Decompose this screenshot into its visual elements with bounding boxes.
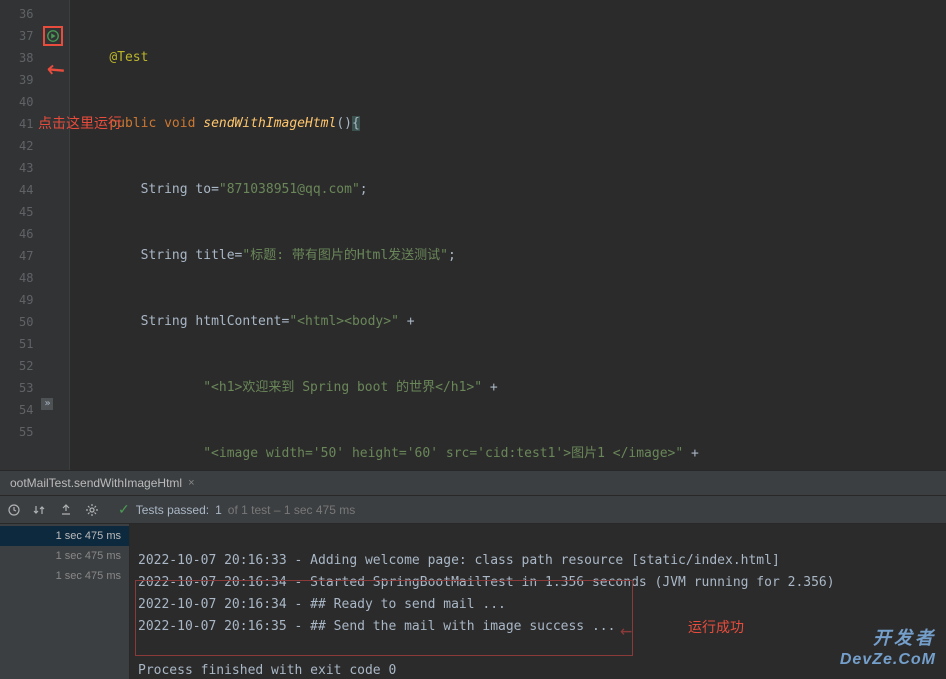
line-numbers: 36 37 38 39 40 41 42 43 44 45 46 47 48 4… — [0, 0, 39, 470]
line-number: 51 — [0, 333, 33, 355]
tab-label: ootMailTest.sendWithImageHtml — [10, 476, 182, 490]
type: String — [141, 182, 188, 197]
annotation-arrow-icon: ← — [620, 619, 632, 641]
tree-item[interactable]: 1 sec 475 ms — [0, 546, 121, 566]
string: "<html><body>" — [289, 314, 399, 329]
annotation-highlight-box — [135, 580, 633, 656]
console-line: 2022-10-07 20:16:35 - ## Send the mail w… — [138, 619, 615, 634]
line-number: 38 — [0, 47, 33, 69]
console-line: 2022-10-07 20:16:34 - ## Ready to send m… — [138, 597, 506, 612]
annotation-label: 点击这里运行 — [38, 113, 122, 133]
line-number: 41 — [0, 113, 33, 135]
line-number: 44 — [0, 179, 33, 201]
line-number: 50 — [0, 311, 33, 333]
annotation-label: 运行成功 — [688, 616, 744, 638]
run-tab[interactable]: ootMailTest.sendWithImageHtml × — [2, 472, 203, 494]
console-output[interactable]: 2022-10-07 20:16:33 - Adding welcome pag… — [130, 524, 946, 679]
line-number: 43 — [0, 157, 33, 179]
var: to= — [188, 182, 219, 197]
close-icon[interactable]: × — [188, 477, 194, 489]
var: title= — [188, 248, 243, 263]
line-number: 52 — [0, 355, 33, 377]
tests-passed-label: Tests passed: — [136, 503, 209, 517]
string: "<image width='50' height='60' src='cid:… — [203, 446, 683, 461]
line-number: 47 — [0, 245, 33, 267]
semi: ; — [360, 182, 368, 197]
keyword: void — [164, 116, 195, 131]
type: String — [141, 248, 188, 263]
test-toolbar: ✓ Tests passed: 1 of 1 test – 1 sec 475 … — [0, 496, 946, 524]
parens: () — [336, 116, 352, 131]
test-status: ✓ Tests passed: 1 of 1 test – 1 sec 475 … — [118, 501, 355, 518]
run-test-gutter-icon[interactable] — [43, 26, 63, 46]
line-number: 42 — [0, 135, 33, 157]
gutter-icon-column: » — [39, 0, 69, 470]
editor-gutter: 36 37 38 39 40 41 42 43 44 45 46 47 48 4… — [0, 0, 70, 470]
line-number: 45 — [0, 201, 33, 223]
type: String — [141, 314, 188, 329]
op: + — [399, 314, 415, 329]
test-tree[interactable]: 1 sec 475 ms 1 sec 475 ms 1 sec 475 ms — [0, 524, 130, 679]
string: "<h1>欢迎来到 Spring boot 的世界</h1>" — [203, 380, 482, 395]
line-number: 49 — [0, 289, 33, 311]
string: "871038951@qq.com" — [219, 182, 360, 197]
code-content[interactable]: @Test public void sendWithImageHtml(){ S… — [70, 0, 946, 470]
op: + — [683, 446, 699, 461]
tests-passed-suffix: of 1 test – 1 sec 475 ms — [228, 503, 355, 517]
expand-chevron-icon[interactable]: » — [41, 398, 53, 410]
brace: { — [352, 116, 360, 131]
tree-item[interactable]: 1 sec 475 ms — [0, 526, 129, 546]
line-number: 48 — [0, 267, 33, 289]
line-number: 54 — [0, 399, 33, 421]
var: htmlContent= — [188, 314, 290, 329]
line-number: 55 — [0, 421, 33, 443]
line-number: 37 — [0, 25, 33, 47]
export-icon[interactable] — [58, 502, 74, 518]
console-line: 2022-10-07 20:16:34 - Started SpringBoot… — [138, 575, 835, 590]
line-number: 53 — [0, 377, 33, 399]
line-number: 40 — [0, 91, 33, 113]
string: "标题: 带有图片的Html发送测试" — [242, 248, 448, 263]
code-editor: 36 37 38 39 40 41 42 43 44 45 46 47 48 4… — [0, 0, 946, 470]
annotation: @Test — [109, 50, 148, 65]
sort-icon[interactable] — [32, 502, 48, 518]
history-icon[interactable] — [6, 502, 22, 518]
method-name: sendWithImageHtml — [203, 116, 336, 131]
line-number: 39 — [0, 69, 33, 91]
tests-passed-count: 1 — [215, 503, 222, 517]
line-number: 36 — [0, 3, 33, 25]
check-icon: ✓ — [118, 501, 130, 518]
settings-gear-icon[interactable] — [84, 502, 100, 518]
console-line: 2022-10-07 20:16:33 - Adding welcome pag… — [138, 553, 780, 568]
console-area: 1 sec 475 ms 1 sec 475 ms 1 sec 475 ms 2… — [0, 524, 946, 679]
line-number: 46 — [0, 223, 33, 245]
console-line: Process finished with exit code 0 — [138, 663, 396, 678]
semi: ; — [448, 248, 456, 263]
run-tab-bar: ootMailTest.sendWithImageHtml × — [0, 470, 946, 496]
tree-item[interactable]: 1 sec 475 ms — [0, 566, 121, 586]
op: + — [482, 380, 498, 395]
